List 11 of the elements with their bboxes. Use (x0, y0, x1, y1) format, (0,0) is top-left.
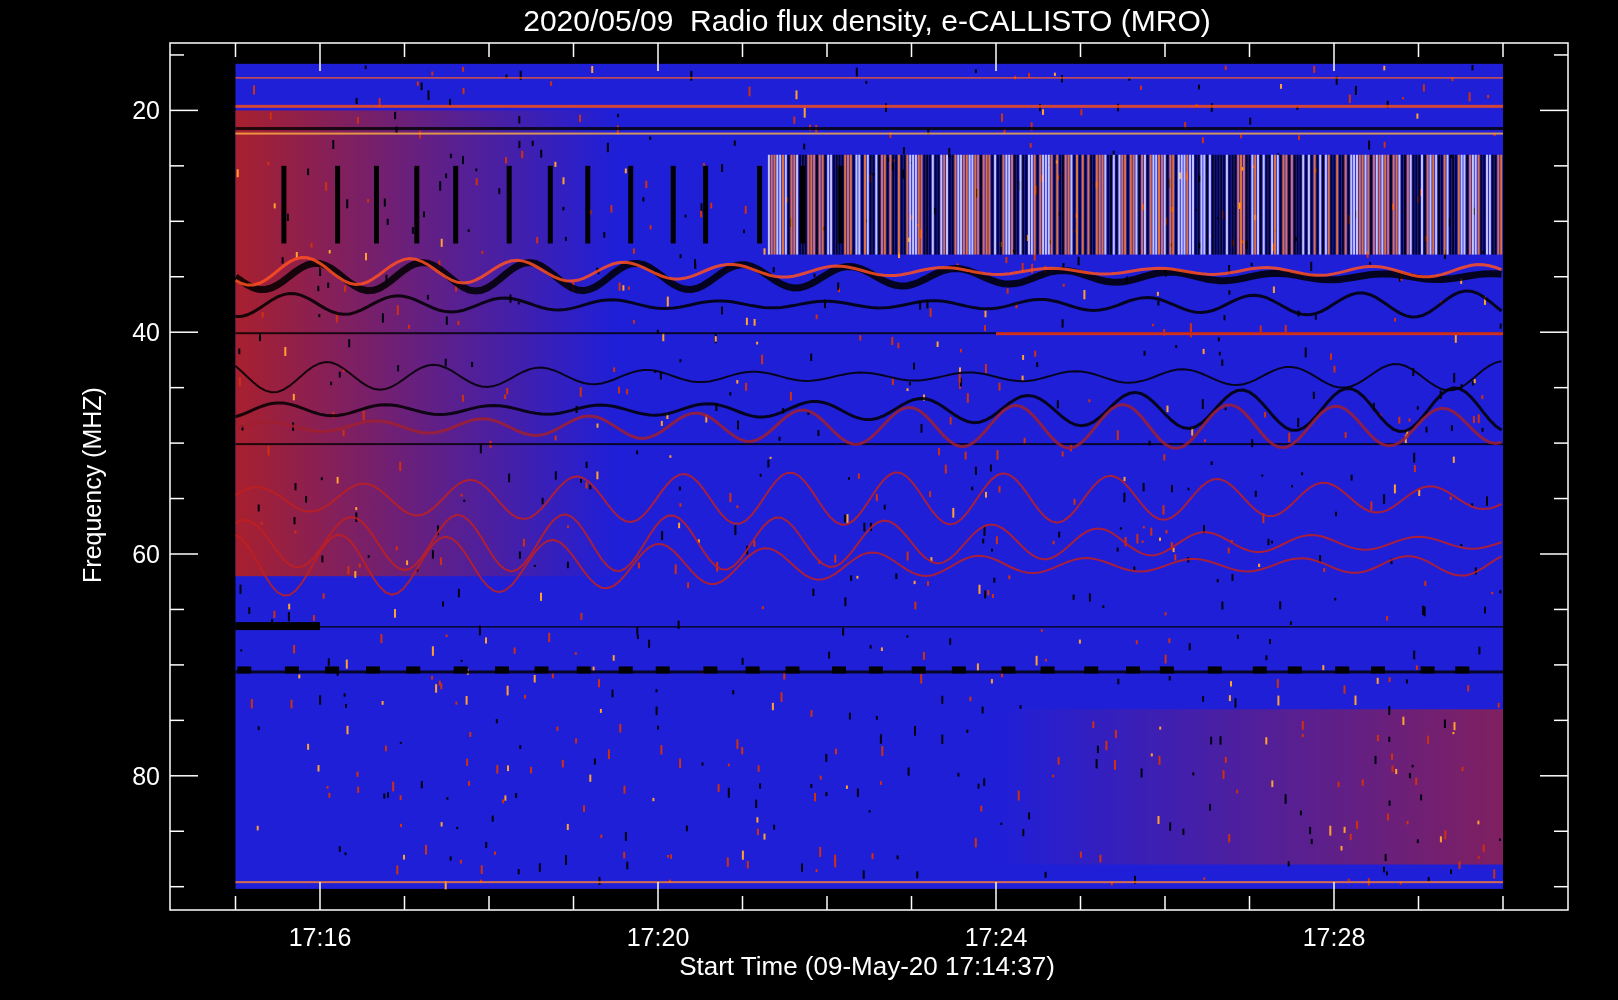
y-tick-label: 80 (132, 761, 160, 790)
y-tick-label: 20 (132, 96, 160, 125)
chart-title: 2020/05/09 Radio flux density, e-CALLISTO (MRO) (523, 4, 1211, 37)
x-tick-label: 17:16 (288, 923, 352, 951)
x-tick-label: 17:24 (964, 923, 1028, 951)
y-tick-label: 40 (132, 318, 160, 347)
x-tick-label: 17:28 (1302, 923, 1366, 951)
x-tick-label: 17:20 (626, 923, 690, 951)
x-axis-label: Start Time (09-May-20 17:14:37) (679, 951, 1055, 981)
y-axis-label: Frequency (MHZ) (78, 387, 106, 583)
y-tick-label: 60 (132, 540, 160, 568)
